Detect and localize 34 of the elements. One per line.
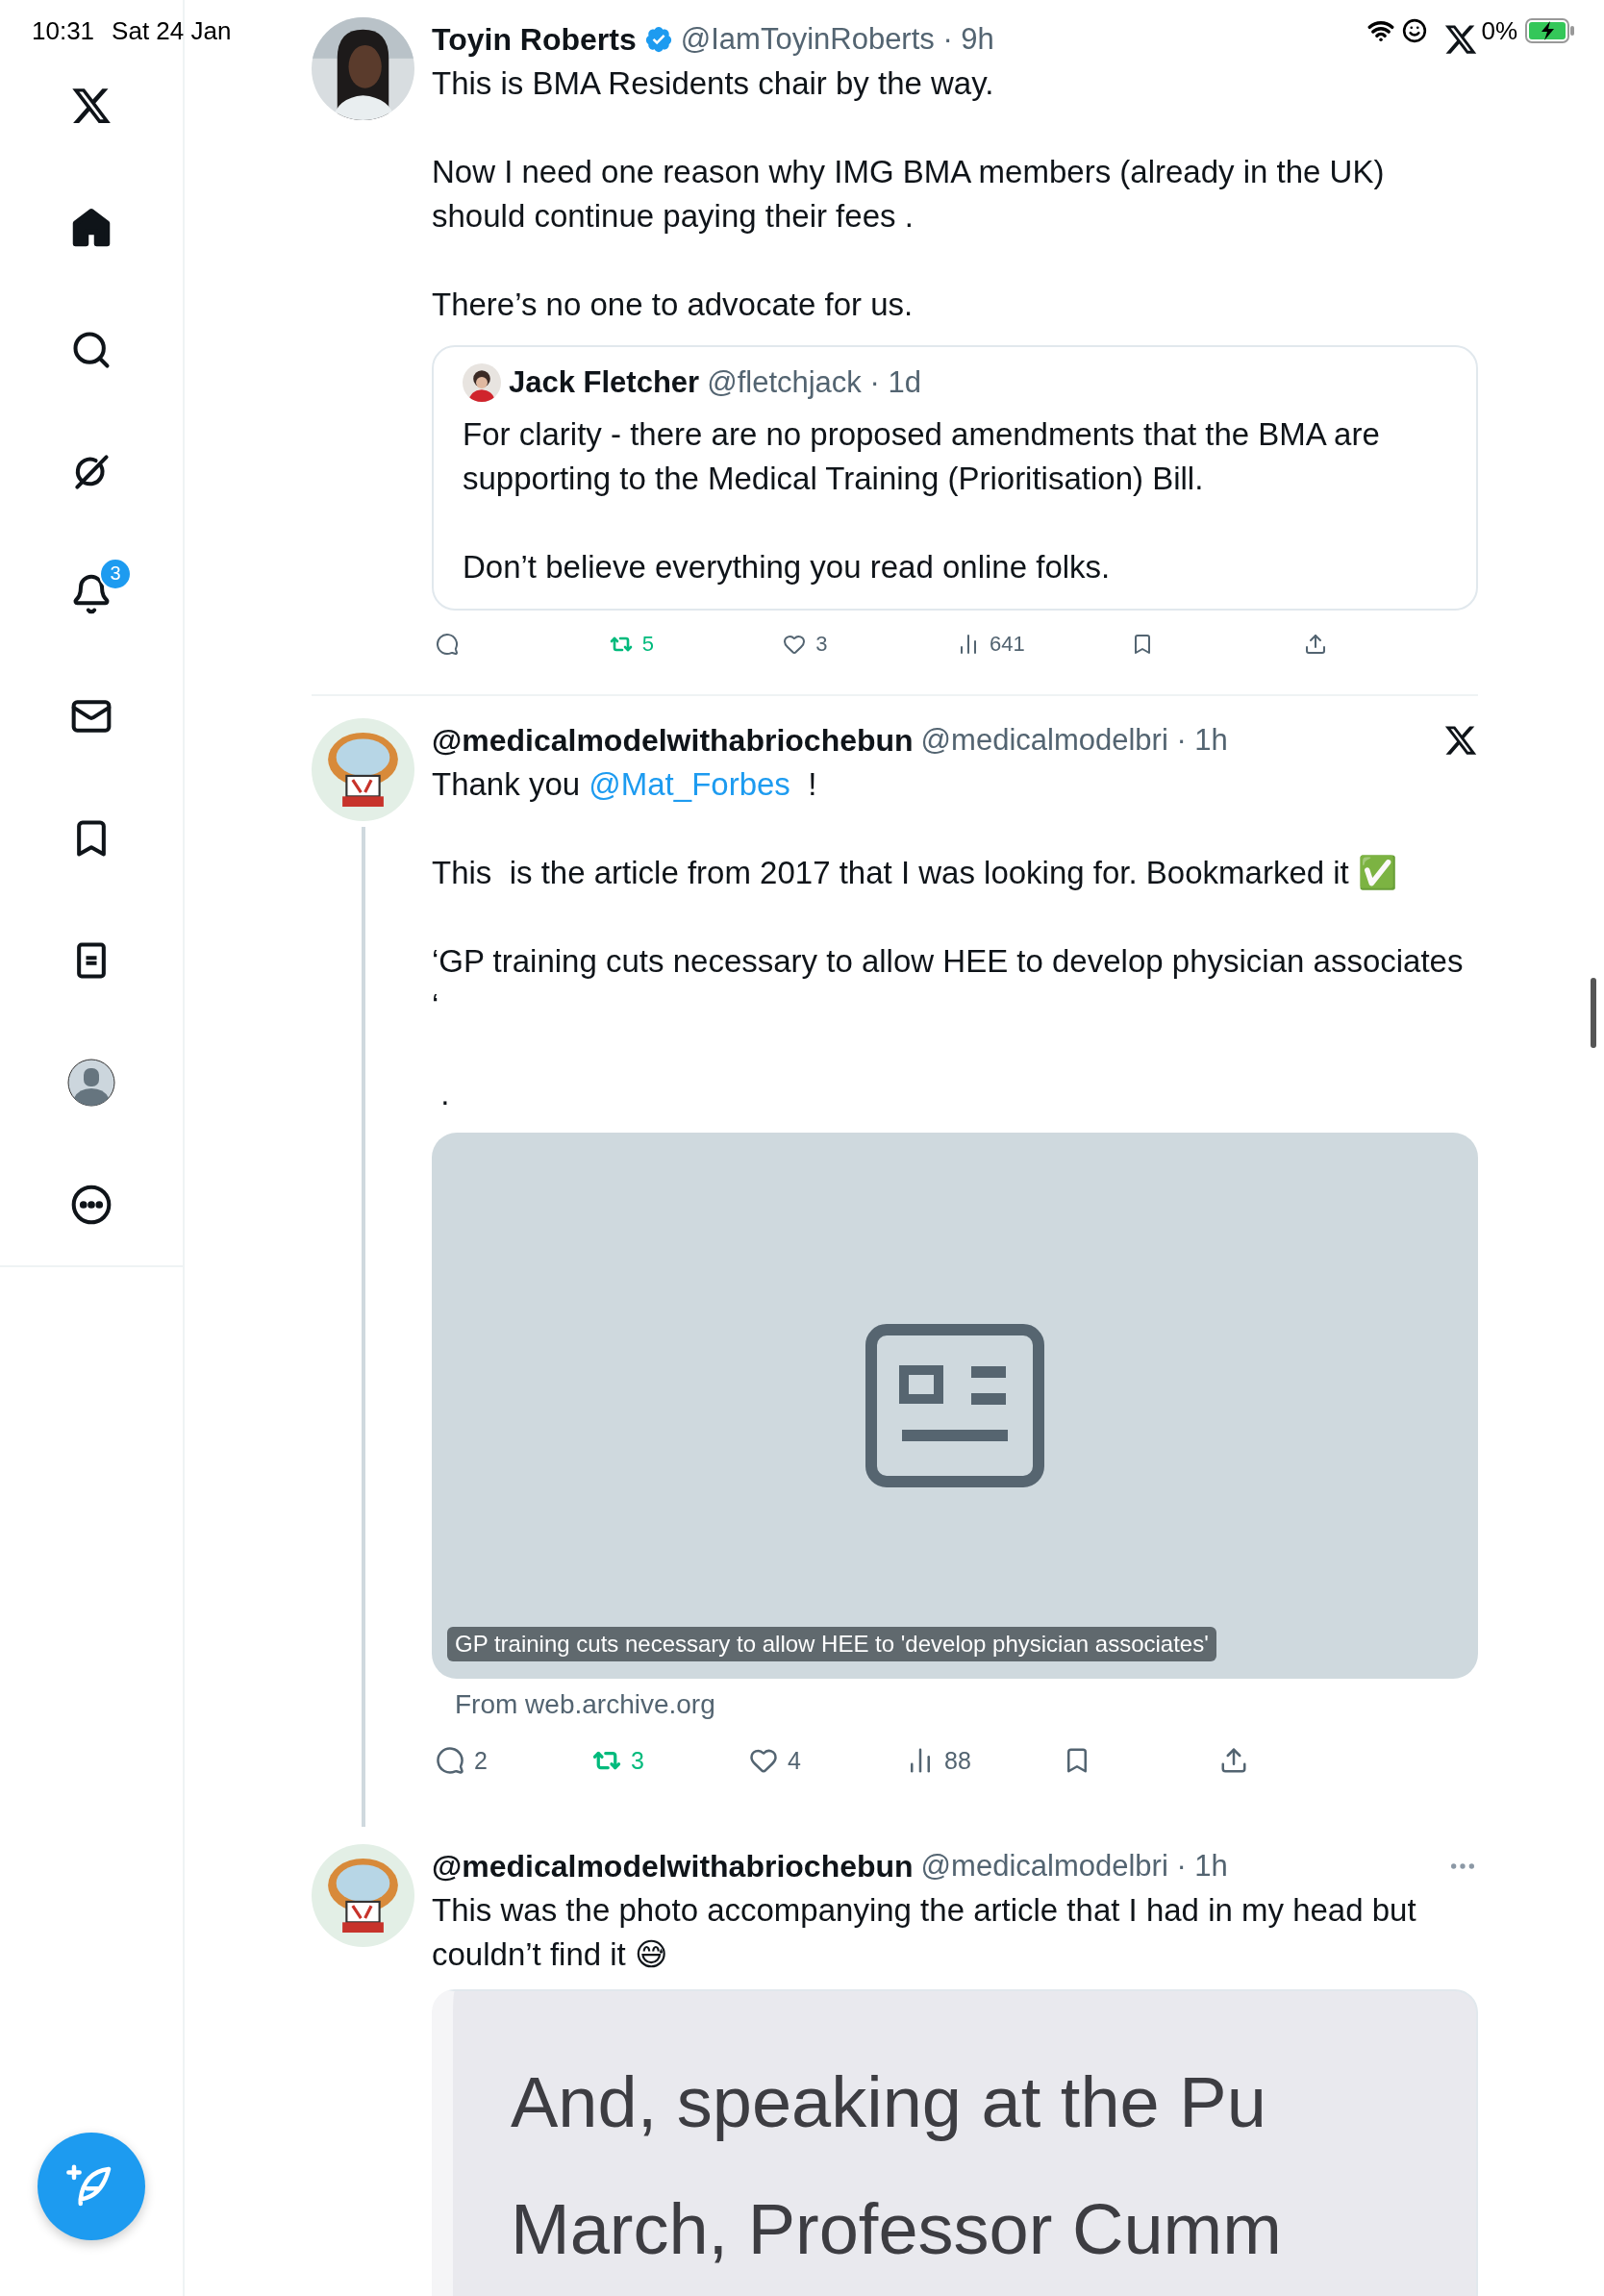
handle-and-time: @medicalmodelbri · 1h — [920, 723, 1228, 758]
author-name[interactable]: Toyin Roberts — [432, 21, 637, 58]
status-time: 10:31 — [32, 15, 95, 46]
battery-percent: 0% — [1481, 15, 1517, 46]
post-text: This was the photo accompanying the article that I had in my head but couldn’t find it 😅 — [432, 1891, 1417, 1974]
link-preview-card[interactable]: GP training cuts necessary to allow HEE to 'develop physician associates' — [432, 1133, 1478, 1679]
link-source: From web.archive.org — [454, 1688, 716, 1721]
handle-and-time: @IamToyinRoberts · 9h — [680, 22, 994, 57]
post-text: Now I need one reason why IMG BMA members (already in the UK) should continue paying their fees . — [432, 153, 1386, 236]
like-action[interactable]: 3 — [783, 632, 957, 657]
post-text: This is BMA Residents chair by the way. — [432, 64, 995, 103]
post-text: For clarity - there are no proposed amendments that the BMA are supporting to the Medical Training (Prioritisation) Bill. — [463, 415, 1381, 498]
reply-action[interactable]: 2 — [436, 1746, 592, 1775]
status-date: Sat 24 Jan — [112, 15, 232, 46]
author-name[interactable]: @medicalmodelwithabriochebun — [432, 722, 914, 759]
post-text: This is the article from 2017 that I was looking for. Bookmarked it ✅ — [432, 854, 1398, 892]
notification-count-badge: 3 — [99, 557, 132, 590]
post-text: Thank you @Mat_Forbes ! — [432, 765, 818, 804]
text-image-card[interactable]: And, speaking at the Pu March, Professor Cumm — [432, 1989, 1478, 2296]
views-action[interactable]: 88 — [906, 1746, 1063, 1775]
post-text: . — [439, 1075, 451, 1113]
post-text: Don’t believe everything you read online folks. — [463, 548, 1112, 586]
author-name[interactable]: @medicalmodelwithabriochebun — [432, 1848, 914, 1884]
author-name[interactable]: Jack Fletcher — [509, 365, 700, 400]
image-text: And, speaking at the Pu — [511, 2061, 1267, 2144]
image-text: March, Professor Cumm — [511, 2188, 1283, 2271]
post-text: ‘GP training cuts necessary to allow HEE to develop physician associates ‘ — [432, 942, 1465, 1025]
handle-and-time: @fletchjack · 1d — [707, 365, 921, 400]
handle-and-time: @medicalmodelbri · 1h — [920, 1849, 1228, 1884]
link-title: GP training cuts necessary to allow HEE to 'develop physician associates' — [447, 1627, 1216, 1661]
views-action[interactable]: 641 — [957, 632, 1131, 657]
quoted-post-card[interactable]: Jack Fletcher @fletchjack · 1d For clarity - there are no proposed amendments that the BMA are supporting to the Medical Training (Prioritisation) Bill. Don’t believe everything you read online folks. — [432, 345, 1478, 611]
post-text: There’s no one to advocate for us. — [432, 286, 915, 324]
like-action[interactable]: 4 — [749, 1746, 906, 1775]
